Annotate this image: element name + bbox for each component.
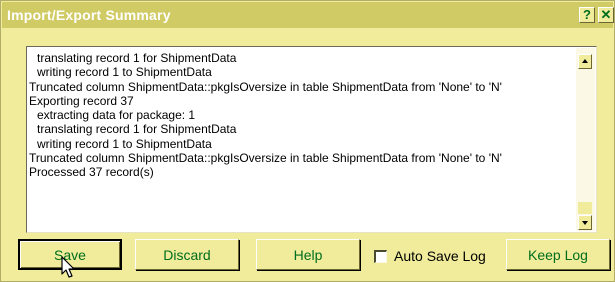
- log-line: extracting data for package: 1: [37, 108, 196, 123]
- save-button[interactable]: Save: [18, 239, 122, 270]
- log-line: Truncated column ShipmentData::pkgIsOver…: [29, 79, 502, 94]
- help-button[interactable]: Help: [256, 239, 360, 270]
- log-line: translating record 1 for ShipmentData: [37, 51, 237, 65]
- auto-save-log-option[interactable]: Auto Save Log: [374, 247, 486, 265]
- vertical-scrollbar[interactable]: [576, 48, 595, 231]
- auto-save-log-label: Auto Save Log: [394, 248, 486, 264]
- log-textarea[interactable]: translating record 1 for ShipmentData wr…: [26, 46, 597, 233]
- log-line: writing record 1 to ShipmentData: [37, 136, 212, 151]
- log-lines: translating record 1 for ShipmentData wr…: [29, 51, 575, 229]
- window-title: Import/Export Summary: [7, 7, 171, 23]
- triangle-down-icon: [582, 221, 588, 225]
- close-button[interactable]: ✕: [598, 7, 614, 23]
- log-line: Truncated column ShipmentData::pkgIsOver…: [29, 151, 502, 166]
- log-line: Exporting record 37: [29, 93, 134, 108]
- keep-log-button[interactable]: Keep Log: [506, 239, 610, 270]
- scroll-thumb[interactable]: [578, 202, 592, 214]
- scroll-down-button[interactable]: [578, 215, 592, 230]
- log-line: Processed 37 record(s): [29, 165, 154, 180]
- auto-save-log-checkbox[interactable]: [374, 249, 387, 263]
- import-export-summary-dialog: Import/Export Summary ? ✕ translating re…: [0, 0, 615, 282]
- discard-button[interactable]: Discard: [135, 239, 239, 270]
- log-line: writing record 1 to ShipmentData: [37, 65, 212, 80]
- log-line: translating record 1 for ShipmentData: [37, 122, 237, 137]
- help-title-button[interactable]: ?: [579, 7, 595, 23]
- triangle-up-icon: [582, 59, 588, 63]
- title-bar: Import/Export Summary ? ✕: [2, 2, 614, 28]
- scroll-up-button[interactable]: [578, 54, 592, 69]
